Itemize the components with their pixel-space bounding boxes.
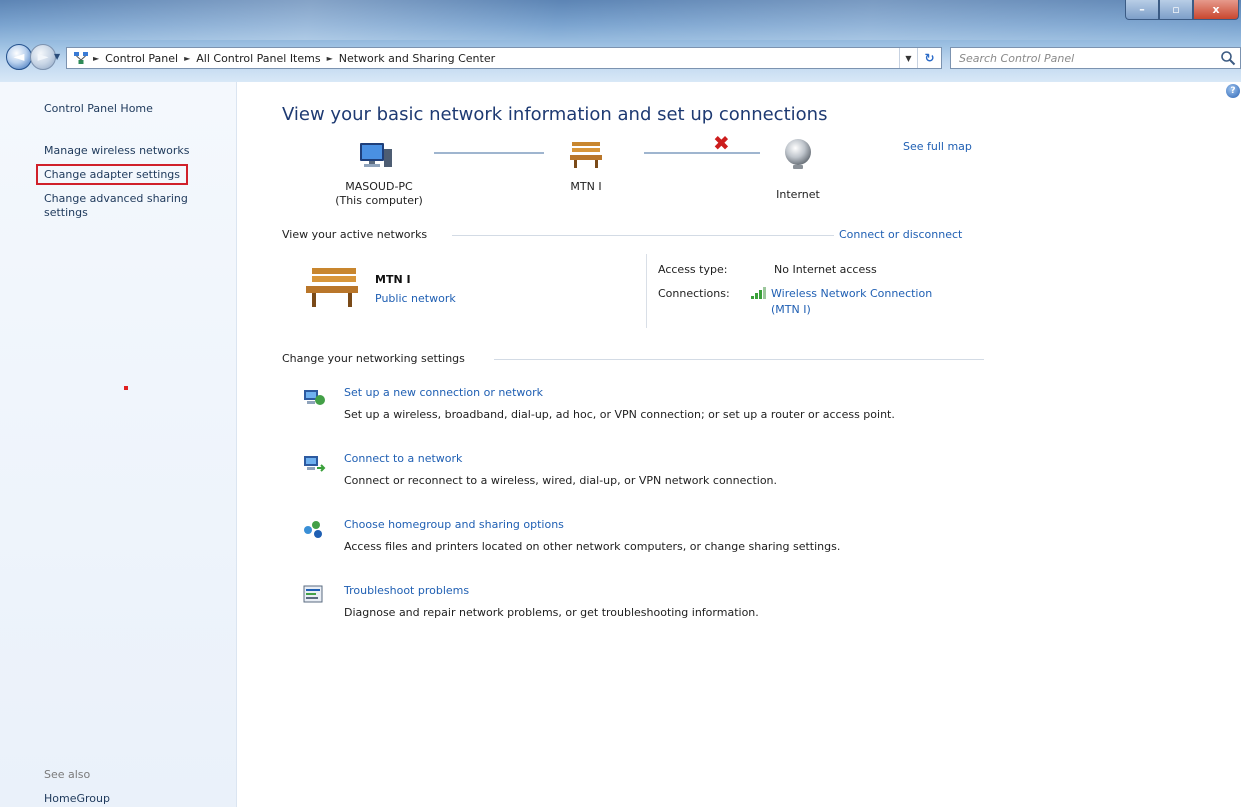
change-settings-heading: Change your networking settings bbox=[282, 352, 465, 365]
red-dot-marker bbox=[124, 386, 128, 390]
wireless-connection-link-ssid[interactable]: (MTN I) bbox=[771, 303, 811, 316]
search-icon[interactable] bbox=[1220, 50, 1236, 66]
access-type-label: Access type: bbox=[658, 263, 728, 276]
window-controls: – ▫ x bbox=[1125, 0, 1239, 22]
access-type-value: No Internet access bbox=[774, 263, 877, 276]
vertical-divider bbox=[646, 254, 647, 328]
homegroup-link[interactable]: HomeGroup bbox=[44, 792, 110, 805]
homegroup-sharing-link[interactable]: Choose homegroup and sharing options bbox=[344, 518, 564, 531]
connect-network-link[interactable]: Connect to a network bbox=[344, 452, 462, 465]
minimize-button[interactable]: – bbox=[1125, 0, 1159, 20]
control-panel-home-link[interactable]: Control Panel Home bbox=[44, 102, 153, 115]
breadcrumb-separator-icon[interactable]: ► bbox=[182, 54, 192, 63]
forward-arrow-icon: ► bbox=[37, 49, 49, 65]
computer-name-label: MASOUD-PC bbox=[345, 180, 413, 193]
troubleshoot-icon bbox=[303, 585, 323, 603]
setup-connection-link[interactable]: Set up a new connection or network bbox=[344, 386, 543, 399]
breadcrumb-separator-icon[interactable]: ► bbox=[325, 54, 335, 63]
globe-icon bbox=[785, 139, 811, 169]
connect-network-desc: Connect or reconnect to a wireless, wire… bbox=[344, 474, 778, 487]
refresh-button[interactable]: ↻ bbox=[917, 48, 941, 68]
search-input[interactable] bbox=[951, 48, 1201, 68]
address-history-dropdown[interactable]: ▼ bbox=[899, 48, 917, 68]
internet-label: Internet bbox=[776, 188, 820, 201]
breadcrumb-control-panel[interactable]: Control Panel bbox=[101, 52, 182, 65]
manage-wireless-networks-link[interactable]: Manage wireless networks bbox=[44, 144, 189, 157]
change-advanced-sharing-link-cont[interactable]: settings bbox=[44, 206, 88, 219]
internet-node[interactable] bbox=[778, 137, 818, 174]
back-button[interactable]: ◄ bbox=[6, 44, 32, 70]
bench-network-icon bbox=[306, 268, 358, 307]
homegroup-icon bbox=[304, 521, 322, 538]
connect-or-disconnect-link[interactable]: Connect or disconnect bbox=[839, 228, 962, 241]
wireless-signal-icon bbox=[751, 287, 766, 299]
navigation-bar: ◄ ► ▼ ► Control Panel ► All Control Pane… bbox=[0, 42, 1241, 72]
computer-sub-label: (This computer) bbox=[335, 194, 423, 207]
left-task-pane: Control Panel Home Manage wireless netwo… bbox=[0, 82, 237, 807]
troubleshoot-link[interactable]: Troubleshoot problems bbox=[344, 584, 469, 597]
bench-network-icon bbox=[570, 142, 602, 168]
address-bar[interactable]: ► Control Panel ► All Control Panel Item… bbox=[66, 47, 942, 69]
setup-connection-desc: Set up a wireless, broadband, dial-up, a… bbox=[344, 408, 895, 421]
computer-node[interactable] bbox=[356, 139, 396, 172]
network-node[interactable] bbox=[566, 138, 606, 173]
map-connection-line-broken bbox=[644, 152, 760, 154]
see-full-map-link[interactable]: See full map bbox=[903, 140, 972, 153]
breadcrumb-network-sharing-center[interactable]: Network and Sharing Center bbox=[335, 52, 499, 65]
breadcrumb-separator-icon[interactable]: ► bbox=[91, 54, 101, 63]
see-also-heading: See also bbox=[44, 768, 91, 781]
new-connection-icon bbox=[304, 390, 325, 405]
search-box[interactable] bbox=[950, 47, 1241, 69]
maximize-button[interactable]: ▫ bbox=[1159, 0, 1193, 20]
chevron-down-icon: ▼ bbox=[905, 53, 912, 63]
active-network-name: MTN I bbox=[375, 273, 411, 286]
refresh-icon: ↻ bbox=[924, 51, 935, 65]
page-title: View your basic network information and … bbox=[282, 104, 828, 125]
network-center-icon bbox=[71, 49, 91, 67]
network-name-label: MTN I bbox=[570, 180, 602, 193]
back-arrow-icon: ◄ bbox=[13, 49, 25, 65]
breadcrumb-all-items[interactable]: All Control Panel Items bbox=[192, 52, 324, 65]
network-type-link[interactable]: Public network bbox=[375, 292, 456, 305]
connect-network-icon bbox=[304, 456, 326, 472]
close-button[interactable]: x bbox=[1193, 0, 1239, 20]
troubleshoot-desc: Diagnose and repair network problems, or… bbox=[344, 606, 759, 619]
homegroup-sharing-desc: Access files and printers located on oth… bbox=[344, 540, 841, 553]
map-connection-line bbox=[434, 152, 544, 154]
red-x-icon: ✖ bbox=[713, 131, 730, 155]
active-networks-heading: View your active networks bbox=[282, 228, 428, 241]
forward-button[interactable]: ► bbox=[30, 44, 56, 70]
connections-label: Connections: bbox=[658, 287, 730, 300]
change-advanced-sharing-link[interactable]: Change advanced sharing bbox=[44, 192, 188, 205]
change-adapter-settings-link[interactable]: Change adapter settings bbox=[35, 164, 189, 185]
computer-icon bbox=[360, 143, 392, 167]
recent-pages-dropdown[interactable]: ▼ bbox=[54, 52, 64, 62]
section-divider bbox=[494, 359, 984, 360]
window-title-bar: – ▫ x ◄ ► ▼ ► Control Panel ► All Contro… bbox=[0, 0, 1241, 82]
wireless-connection-link[interactable]: Wireless Network Connection bbox=[771, 287, 932, 300]
section-divider bbox=[452, 235, 834, 236]
help-icon[interactable]: ? bbox=[1226, 84, 1240, 98]
